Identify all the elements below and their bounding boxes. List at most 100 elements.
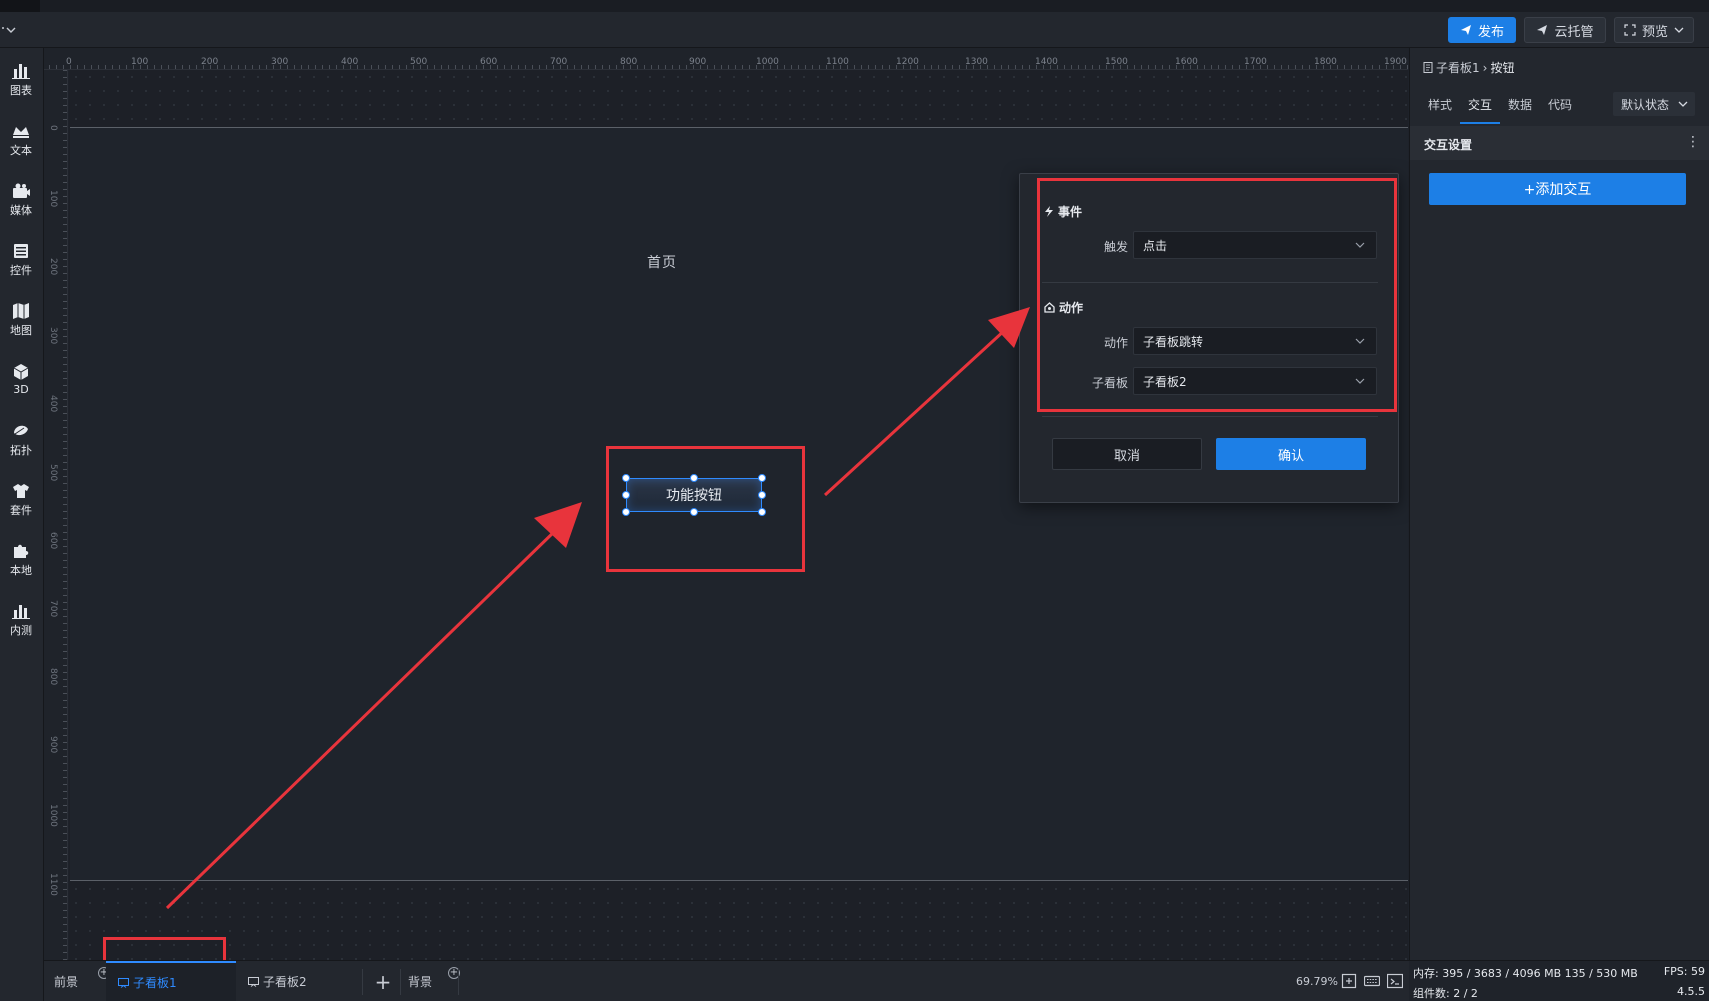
ruler-tick-label: 0 — [48, 125, 58, 131]
ruler-tick-label: 1000 — [48, 804, 58, 827]
sidebar-item-label: 内测 — [10, 623, 32, 637]
tab-background[interactable]: 背景 + — [408, 961, 464, 1001]
ruler-tick-label: 1400 — [1035, 57, 1058, 67]
document-icon — [1423, 62, 1433, 73]
sidebar-item-label: 图表 — [10, 83, 32, 97]
sidebar-item-topology[interactable]: 拓扑 — [0, 415, 42, 465]
version-label: 4.5.5 — [1677, 985, 1705, 998]
sidebar-item-label: 控件 — [10, 263, 32, 277]
highlight-box-button — [606, 446, 805, 572]
chevron-down-icon — [2, 27, 16, 33]
ruler-tick-label: 1900 — [1384, 57, 1407, 67]
ruler-tick-label: 900 — [48, 736, 58, 754]
component-sidebar: 图表 文本 媒体 控件 地图 3D 拓扑 套件 本地 内测 — [0, 48, 44, 1001]
sidebar-item-label: 本地 — [10, 563, 32, 577]
ruler-tick-label: 1800 — [1314, 57, 1337, 67]
sidebar-item-widget[interactable]: 控件 — [0, 235, 42, 285]
ruler-tick-label: 200 — [201, 57, 219, 67]
more-options-icon[interactable]: ⋮ — [1686, 134, 1700, 150]
map-icon — [12, 302, 30, 319]
breadcrumb-parent[interactable]: 子看板1 — [1436, 59, 1480, 76]
sidebar-item-label: 文本 — [10, 143, 32, 157]
tab-style[interactable]: 样式 — [1428, 96, 1452, 113]
sidebar-item-local[interactable]: 本地 — [0, 535, 42, 585]
send-icon — [1537, 25, 1548, 35]
board-tabs-bar: 前景 + 子看板1 子看板2 + 背景 + 69.79% — [44, 960, 1409, 1001]
app-root: 发布 云托管 预览 图表 文本 媒体 控件 地图 3D 拓扑 套件 本地 内测 … — [0, 0, 1709, 1001]
add-interaction-button[interactable]: +添加交互 — [1429, 173, 1686, 205]
widget-icon — [12, 243, 30, 259]
topology-icon — [12, 423, 30, 439]
cancel-button[interactable]: 取消 — [1052, 438, 1202, 470]
fullscreen-icon — [1624, 24, 1636, 36]
section-title: 交互设置 — [1424, 138, 1473, 152]
publish-button[interactable]: 发布 — [1448, 17, 1516, 43]
cloud-host-label: 云托管 — [1554, 24, 1594, 40]
sidebar-item-label: 拓扑 — [10, 443, 32, 457]
horizontal-ruler: 0 100 200 300 400 500 600 700 800 900 10… — [44, 48, 1408, 70]
sidebar-item-beta[interactable]: 内测 — [0, 595, 42, 645]
beta-icon — [12, 603, 30, 619]
memory-status: 内存: 395 / 3683 / 4096 MB 135 / 530 MB — [1413, 967, 1638, 980]
cloud-host-button[interactable]: 云托管 — [1524, 17, 1606, 43]
tab-subboard-1[interactable]: 子看板1 — [106, 961, 236, 1001]
active-tab-indicator — [1460, 122, 1500, 124]
ruler-tick-label: 1100 — [826, 57, 849, 67]
text-icon — [12, 123, 30, 139]
sidebar-item-media[interactable]: 媒体 — [0, 175, 42, 225]
ruler-tick-label: 300 — [48, 327, 58, 345]
ruler-tick-label: 400 — [341, 57, 359, 67]
ruler-tick-label: 100 — [131, 57, 149, 67]
ruler-tick-label: 600 — [480, 57, 498, 67]
ruler-tick-label: 1300 — [965, 57, 988, 67]
confirm-button[interactable]: 确认 — [1216, 438, 1366, 470]
preview-label: 预览 — [1641, 24, 1668, 40]
ruler-tick-label: 1100 — [48, 873, 58, 896]
status-bar: 内存: 395 / 3683 / 4096 MB 135 / 530 MB 组件… — [1409, 960, 1709, 1001]
ruler-tick-label: 700 — [550, 57, 568, 67]
puzzle-icon — [12, 543, 30, 559]
properties-panel: 子看板1 › 按钮 样式 交互 数据 代码 默认状态 交互设置 ⋮ +添加交互 — [1409, 48, 1709, 960]
preview-button[interactable]: 预览 — [1614, 17, 1694, 43]
sidebar-item-3d[interactable]: 3D — [0, 355, 42, 405]
state-select[interactable]: 默认状态 — [1613, 92, 1695, 116]
ruler-tick-label: 1200 — [896, 57, 919, 67]
tab-foreground[interactable]: 前景 + — [54, 961, 110, 1001]
zoom-level[interactable]: 69.79% — [1296, 975, 1338, 988]
bar-chart-icon — [12, 63, 30, 79]
vertical-ruler: 0 100 200 300 400 500 600 700 800 900 10… — [44, 70, 68, 960]
footer-divider — [1042, 416, 1378, 417]
home-text[interactable]: 首页 — [647, 252, 677, 272]
ruler-tick-label: 600 — [48, 532, 58, 550]
ruler-tick-label: 200 — [48, 258, 58, 276]
ruler-tick-label: 0 — [66, 57, 72, 67]
top-toolbar: 发布 云托管 预览 — [0, 12, 1709, 48]
keyboard-icon[interactable] — [1364, 973, 1380, 989]
add-board-button[interactable]: + — [368, 961, 398, 1001]
ruler-tick-label: 1000 — [756, 57, 779, 67]
interaction-settings-header: 交互设置 ⋮ — [1410, 126, 1709, 160]
publish-label: 发布 — [1477, 24, 1504, 40]
send-icon — [1460, 25, 1471, 35]
sidebar-item-chart[interactable]: 图表 — [0, 55, 42, 105]
sidebar-item-map[interactable]: 地图 — [0, 295, 42, 345]
menu-dropdown[interactable] — [0, 20, 22, 40]
top-strip — [0, 0, 1709, 12]
ruler-tick-label: 100 — [48, 190, 58, 208]
tab-data[interactable]: 数据 — [1508, 96, 1532, 113]
tab-code[interactable]: 代码 — [1548, 96, 1572, 113]
component-count: 组件数: 2 / 2 — [1413, 987, 1478, 1000]
fit-screen-icon[interactable] — [1341, 973, 1357, 989]
ruler-tick-label: 900 — [689, 57, 707, 67]
ruler-tick-label: 1700 — [1244, 57, 1267, 67]
camera-icon — [12, 183, 30, 199]
tab-interaction[interactable]: 交互 — [1468, 96, 1492, 113]
fps-counter: FPS: 59 — [1663, 965, 1705, 978]
sidebar-item-text[interactable]: 文本 — [0, 115, 42, 165]
terminal-icon[interactable] — [1387, 973, 1403, 989]
board-icon — [248, 976, 259, 987]
tab-subboard-2[interactable]: 子看板2 — [240, 961, 360, 1001]
suite-icon — [12, 483, 30, 499]
sidebar-item-label: 媒体 — [10, 203, 32, 217]
sidebar-item-suite[interactable]: 套件 — [0, 475, 42, 525]
